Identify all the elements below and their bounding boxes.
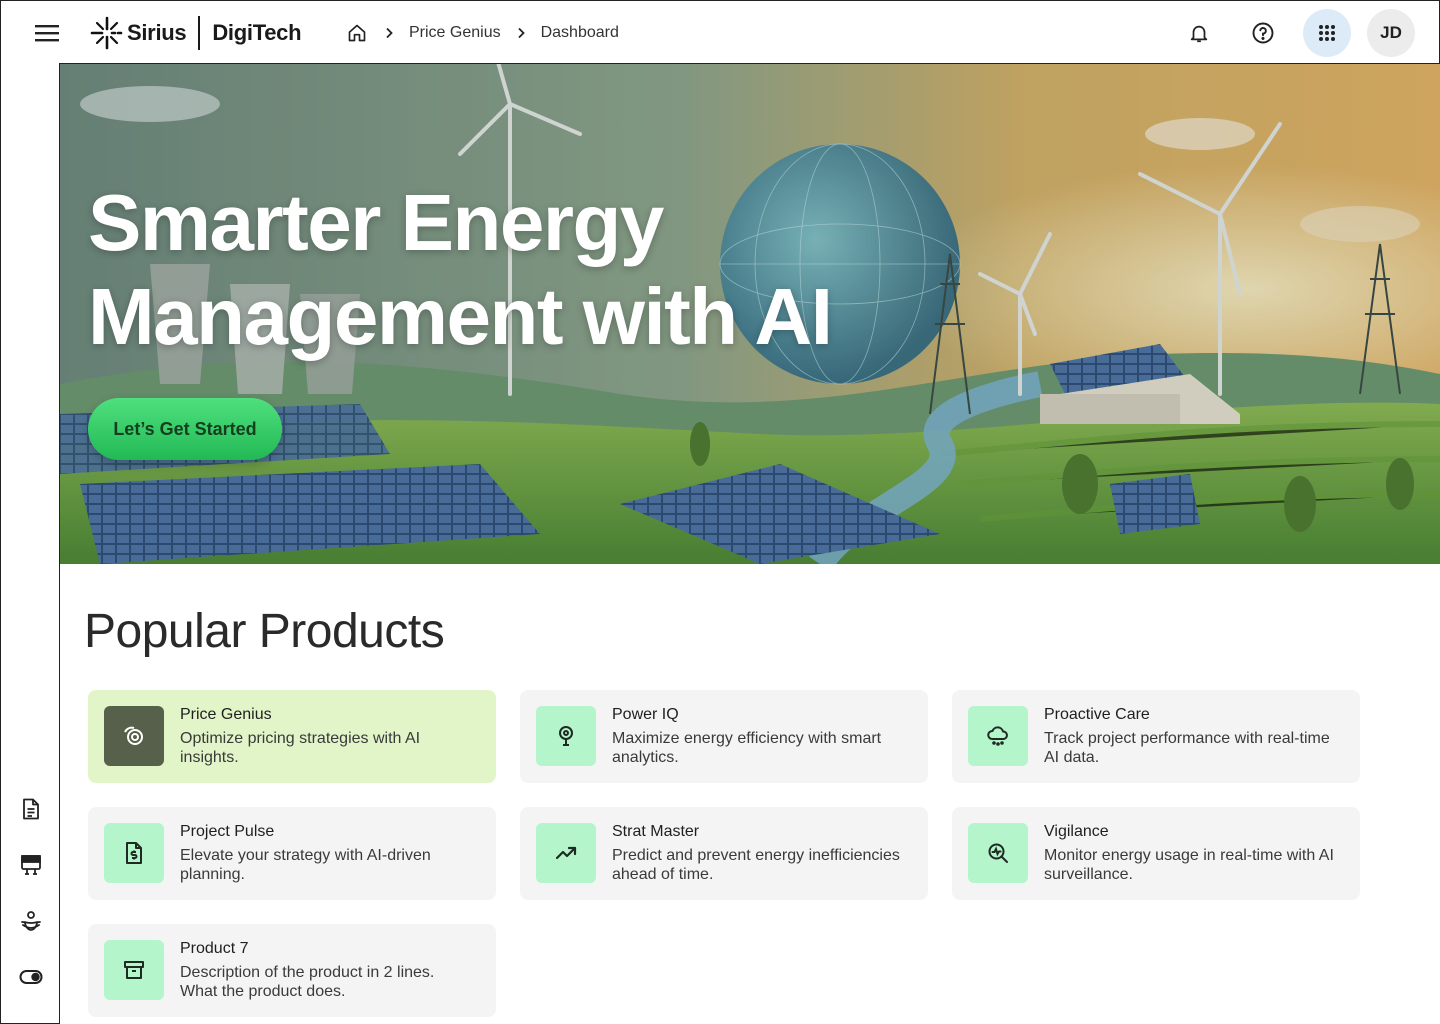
product-card-proactive-care[interactable]: Proactive Care Track project performance… xyxy=(952,690,1360,783)
breadcrumb-item-price-genius[interactable]: Price Genius xyxy=(409,24,501,42)
get-started-button[interactable]: Let’s Get Started xyxy=(88,398,282,460)
billboard-icon[interactable] xyxy=(11,845,51,885)
sidebar xyxy=(0,63,60,1024)
logo-text-sirius: Sirius xyxy=(127,20,187,45)
hero-title: Smarter Energy Management with AI xyxy=(88,178,833,361)
product-card-strat-master[interactable]: Strat Master Predict and prevent energy … xyxy=(520,807,928,900)
product-card-description: Elevate your strategy with AI-driven pla… xyxy=(180,847,431,883)
breadcrumb-item-dashboard[interactable]: Dashboard xyxy=(541,24,619,42)
hero-banner: Smarter Energy Management with AI Let’s … xyxy=(60,64,1440,564)
target-swirl-icon xyxy=(104,706,164,766)
product-card-title: Vigilance xyxy=(1044,823,1109,840)
product-card-description: Maximize energy efficiency with smart an… xyxy=(612,730,882,766)
product-card-description: Predict and prevent energy inefficiencie… xyxy=(612,847,900,883)
product-card-power-iq[interactable]: Power IQ Maximize energy efficiency with… xyxy=(520,690,928,783)
chevron-right-icon xyxy=(379,23,399,43)
cloud-snow-icon xyxy=(968,706,1028,766)
product-card-title: Project Pulse xyxy=(180,823,275,840)
hand-coin-icon[interactable] xyxy=(11,901,51,941)
help-circle-icon[interactable] xyxy=(1239,9,1287,57)
brand-logo[interactable]: Sirius DigiTech xyxy=(89,15,302,51)
product-card-title: Price Genius xyxy=(180,706,272,723)
breadcrumb: Price Genius Dashboard xyxy=(345,21,619,45)
product-card-price-genius[interactable]: Price Genius Optimize pricing strategies… xyxy=(88,690,496,783)
bell-icon[interactable] xyxy=(1175,9,1223,57)
grid-apps-icon[interactable] xyxy=(1303,9,1351,57)
product-card-title: Power IQ xyxy=(612,706,679,723)
chevron-right-icon xyxy=(511,23,531,43)
logo-divider xyxy=(198,16,201,50)
product-card-description: Monitor energy usage in real-time with A… xyxy=(1044,847,1334,883)
user-avatar[interactable]: JD xyxy=(1367,9,1415,57)
trending-up-icon xyxy=(536,823,596,883)
logo-text-digitech: DigiTech xyxy=(212,20,302,45)
product-card-description: Description of the product in 2 lines. W… xyxy=(180,964,435,1000)
product-card-title: Product 7 xyxy=(180,940,249,957)
product-card-project-pulse[interactable]: Project Pulse Elevate your strategy with… xyxy=(88,807,496,900)
dollar-document-icon xyxy=(104,823,164,883)
archive-box-icon xyxy=(104,940,164,1000)
section-title-popular-products: Popular Products xyxy=(84,605,445,658)
toggle-icon[interactable] xyxy=(11,957,51,997)
product-card-product-7[interactable]: Product 7 Description of the product in … xyxy=(88,924,496,1017)
top-bar: Sirius DigiTech Price Genius Dashboard J… xyxy=(0,0,1440,64)
product-card-vigilance[interactable]: Vigilance Monitor energy usage in real-t… xyxy=(952,807,1360,900)
product-card-title: Strat Master xyxy=(612,823,700,840)
header-actions: JD xyxy=(1175,9,1415,57)
product-card-description: Track project performance with real-time… xyxy=(1044,730,1330,766)
product-card-description: Optimize pricing strategies with AI insi… xyxy=(180,730,421,766)
hamburger-menu-icon[interactable] xyxy=(27,17,67,49)
sirius-star-icon xyxy=(90,16,124,50)
product-card-title: Proactive Care xyxy=(1044,706,1150,723)
search-chart-icon xyxy=(968,823,1028,883)
lightbulb-icon xyxy=(536,706,596,766)
home-icon[interactable] xyxy=(345,21,369,45)
document-icon[interactable] xyxy=(11,789,51,829)
